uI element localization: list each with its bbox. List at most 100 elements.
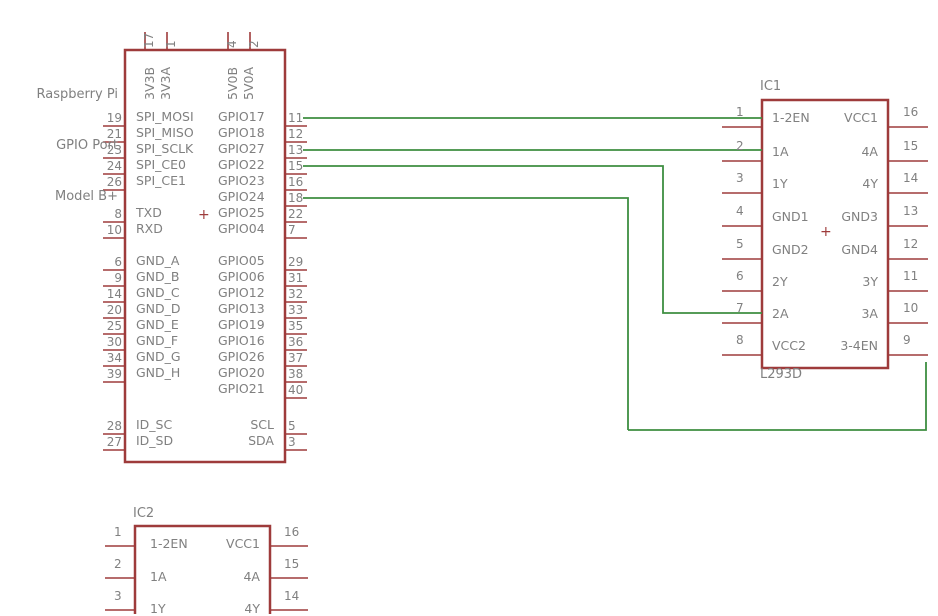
rpi-top-pinname-3v3b: 3V3B [142, 66, 157, 100]
rpi-right-pinname-scl: SCL [250, 417, 274, 432]
rpi-left-pinnum-8: 8 [114, 207, 122, 221]
rpi-left-pinname-spi-miso: SPI_MISO [136, 125, 194, 140]
ic1-right-pinname-4a: 4A [861, 144, 878, 159]
rpi-left-pinname-gnd-e: GND_E [136, 317, 179, 332]
ic1-left-pinname-1a: 1A [772, 144, 789, 159]
rpi-left-pinname-spi-ce0: SPI_CE0 [136, 157, 186, 172]
rpi-left-pinname-gnd-a: GND_A [136, 253, 180, 268]
rpi-left-pinnum-28: 28 [106, 419, 122, 433]
ic2-left-pinname-1a: 1A [150, 569, 167, 584]
ic1-plus-marker: + [820, 224, 832, 240]
ic2-left-pinnum-1: 1 [114, 525, 122, 539]
ic2-left-pinname-1-2en: 1-2EN [150, 536, 188, 551]
rpi-right-pinname-gpio26: GPIO26 [218, 349, 265, 364]
ic1-left-pinname-2y: 2Y [772, 274, 788, 289]
rpi-left-pinname-gnd-c: GND_C [136, 285, 180, 300]
rpi-left-pinnum-6: 6 [114, 255, 122, 269]
rpi-left-pinnum-27: 27 [106, 435, 122, 449]
ic2-right-pinnum-14: 14 [284, 589, 300, 603]
rpi-left-pinnum-24: 24 [106, 159, 122, 173]
rpi-left-pinname-id-sd: ID_SD [136, 433, 174, 448]
ic1-left-pinnum-1: 1 [736, 105, 744, 119]
ic1-left-pinnum-8: 8 [736, 333, 744, 347]
ic2-designator: IC2 [133, 506, 155, 521]
rpi-left-pinnum-30: 30 [106, 335, 122, 349]
ic1-right-pinname-3a: 3A [861, 306, 878, 321]
rpi-right-pinnum-32: 32 [288, 287, 304, 301]
rpi-right-pinname-gpio19: GPIO19 [218, 317, 265, 332]
rpi-right-pinname-gpio23: GPIO23 [218, 173, 265, 188]
rpi-right-pinnum-33: 33 [288, 303, 304, 317]
ic1-designator: IC1 [760, 79, 782, 94]
rpi-right-pinname-gpio24: GPIO24 [218, 189, 265, 204]
rpi-left-pinname-gnd-h: GND_H [136, 365, 181, 380]
rpi-right-pinnum-16: 16 [288, 175, 304, 189]
ic1-left-pinnum-4: 4 [736, 204, 744, 218]
rpi-right-pinname-gpio04: GPIO04 [218, 221, 265, 236]
ic1-left-pinnum-2: 2 [736, 139, 744, 153]
rpi-right-pinname-gpio22: GPIO22 [218, 157, 265, 172]
rpi-right-pinnum-11: 11 [288, 111, 304, 125]
rpi-top-pinnum-1: 1 [164, 40, 178, 48]
rpi-right-pinname-gpio16: GPIO16 [218, 333, 265, 348]
ic2-right-pinname-4a: 4A [243, 569, 260, 584]
rpi-left-pinnum-19: 19 [106, 111, 122, 125]
ic1-right-pinname-4y: 4Y [862, 176, 878, 191]
rpi-right-pinnum-31: 31 [288, 271, 304, 285]
rpi-right-pinnum-35: 35 [288, 319, 304, 333]
rpi-top-pinname-5v0a: 5V0A [241, 66, 256, 100]
rpi-right-pinname-gpio20: GPIO20 [218, 365, 265, 380]
ic1-right-pinnum-12: 12 [903, 237, 919, 251]
ic2-right-pinnum-16: 16 [284, 525, 300, 539]
ic1-left-pinname-vcc2: VCC2 [772, 338, 806, 353]
ic1-right-pinnum-10: 10 [903, 301, 919, 315]
ic1-left-pinname-2a: 2A [772, 306, 789, 321]
rpi-left-pinnum-23: 23 [106, 143, 122, 157]
ic2-right-pinnum-15: 15 [284, 557, 300, 571]
ic1-left-pinname-1-2en: 1-2EN [772, 110, 810, 125]
rpi-top-pinname-5v0b: 5V0B [225, 66, 240, 100]
ic1-right-pinnum-13: 13 [903, 204, 919, 218]
rpi-left-pinname-gnd-b: GND_B [136, 269, 180, 284]
rpi-left-pinname-gnd-f: GND_F [136, 333, 179, 348]
rpi-right-pinname-gpio06: GPIO06 [218, 269, 265, 284]
wire-gpio24-stub [303, 197, 629, 430]
rpi-left-pinnum-10: 10 [106, 223, 122, 237]
rpi-right-pinname-gpio25: GPIO25 [218, 205, 265, 220]
rpi-right-pinnum-3: 3 [288, 435, 296, 449]
rpi-right-pinname-gpio17: GPIO17 [218, 109, 265, 124]
rpi-title-line-2: GPIO Port [56, 138, 118, 153]
ic1-right-pinnum-11: 11 [903, 269, 919, 283]
rpi-left-pinname-spi-ce1: SPI_CE1 [136, 173, 186, 188]
ic1-right-pinnum-9: 9 [903, 333, 911, 347]
rpi-left-pinnum-25: 25 [106, 319, 122, 333]
rpi-right-pinnum-22: 22 [288, 207, 304, 221]
rpi-left-pinnum-20: 20 [106, 303, 122, 317]
rpi-right-pinname-gpio27: GPIO27 [218, 141, 265, 156]
ic1-left-pinname-gnd1: GND1 [772, 209, 809, 224]
rpi-right-pinnum-38: 38 [288, 367, 304, 381]
rpi-right-pinnum-36: 36 [288, 335, 304, 349]
rpi-right-pinnum-40: 40 [288, 383, 304, 397]
rpi-right-pinnum-18: 18 [288, 191, 304, 205]
ic1-right-pinname-vcc1: VCC1 [844, 110, 878, 125]
rpi-left-pinname-id-sc: ID_SC [136, 417, 173, 432]
rpi-top-pinnum-17: 17 [142, 32, 156, 48]
rpi-left-pinnum-21: 21 [106, 127, 122, 141]
ic2-left-pinnum-3: 3 [114, 589, 122, 603]
rpi-left-pinname-txd: TXD [136, 205, 162, 220]
rpi-right-pinnum-13: 13 [288, 143, 304, 157]
rpi-right-pinnum-7: 7 [288, 223, 296, 237]
ic2-right-pinname-vcc1: VCC1 [226, 536, 260, 551]
ic1-right-pinname-3y: 3Y [862, 274, 878, 289]
rpi-top-pinnum-4: 4 [225, 40, 239, 48]
rpi-left-pinname-spi-sclk: SPI_SCLK [136, 141, 194, 156]
rpi-title-line-3: Model B+ [55, 189, 118, 204]
rpi-right-pinname-gpio12: GPIO12 [218, 285, 265, 300]
rpi-right-pinnum-5: 5 [288, 419, 296, 433]
rpi-right-pinname-gpio13: GPIO13 [218, 301, 265, 316]
rpi-left-pinname-gnd-d: GND_D [136, 301, 181, 316]
rpi-right-pinname-gpio21: GPIO21 [218, 381, 265, 396]
rpi-left-pinnum-39: 39 [106, 367, 122, 381]
rpi-right-pinnum-29: 29 [288, 255, 304, 269]
